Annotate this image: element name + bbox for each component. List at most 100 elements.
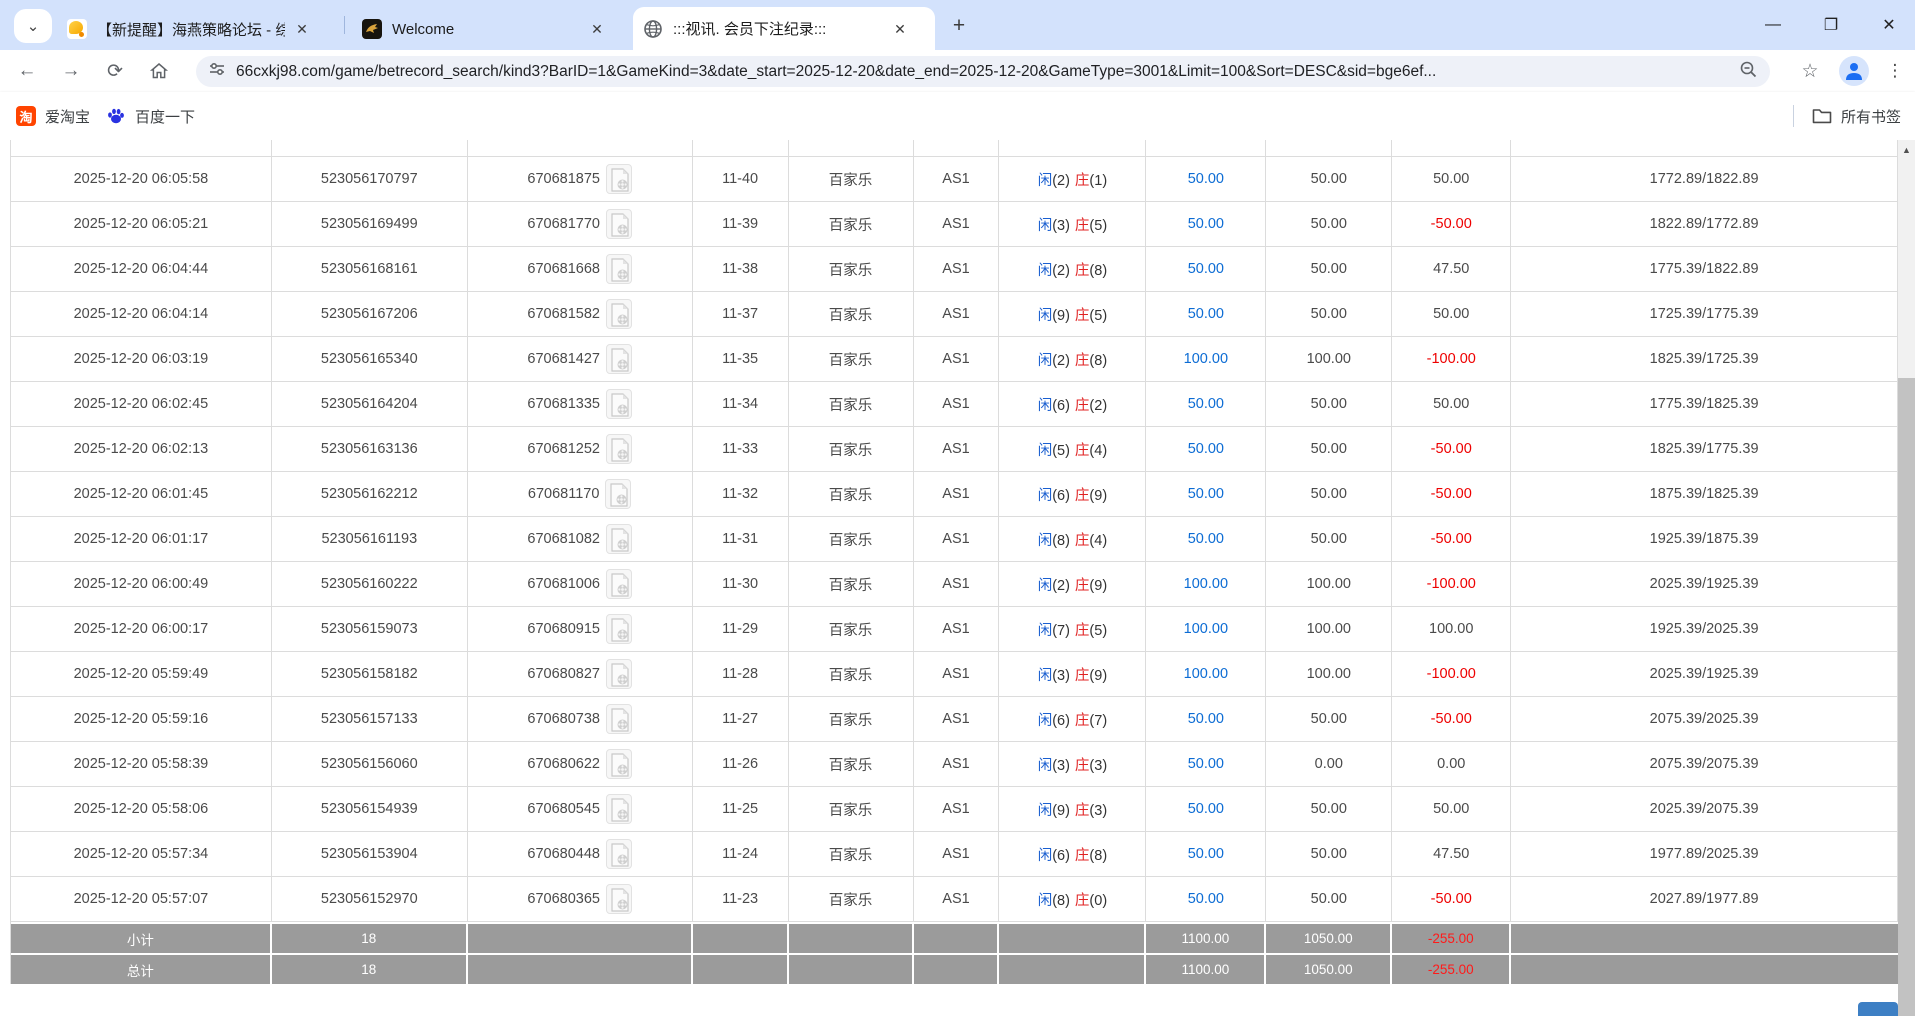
scrollbar[interactable]: ▲ (1898, 140, 1915, 1016)
bet-amount[interactable]: 50.00 (1146, 292, 1266, 336)
video-replay-icon[interactable] (606, 299, 632, 329)
close-icon[interactable]: ✕ (891, 20, 909, 38)
valid-amount: 50.00 (1266, 202, 1392, 246)
folder-icon (1812, 106, 1832, 126)
home-button[interactable] (142, 54, 176, 88)
bet-amount[interactable]: 50.00 (1146, 832, 1266, 876)
round-id: 670681006 (527, 576, 600, 592)
video-replay-icon[interactable] (606, 749, 632, 779)
video-replay-icon[interactable] (606, 704, 632, 734)
maximize-button[interactable]: ❐ (1815, 9, 1847, 41)
close-icon[interactable]: ✕ (293, 20, 311, 38)
bet-detail: 闲(6)庄(2) (999, 382, 1146, 426)
divider (1793, 105, 1794, 127)
address-bar[interactable]: 66cxkj98.com/game/betrecord_search/kind3… (196, 56, 1770, 87)
bet-time: 2025-12-20 06:04:14 (11, 292, 272, 336)
close-icon[interactable]: ✕ (588, 20, 606, 38)
video-replay-icon[interactable] (606, 164, 632, 194)
taobao-icon: 淘 (16, 106, 36, 126)
video-replay-icon[interactable] (606, 884, 632, 914)
scrollbar-thumb[interactable] (1898, 378, 1915, 1016)
bet-amount[interactable]: 50.00 (1146, 877, 1266, 921)
bet-amount[interactable]: 50.00 (1146, 517, 1266, 561)
banker-label: 庄 (1075, 668, 1090, 684)
player-label: 闲 (1038, 353, 1053, 369)
close-window-button[interactable]: ✕ (1873, 9, 1905, 41)
reload-button[interactable]: ⟳ (98, 54, 132, 88)
account-name: AS1 (914, 157, 1000, 201)
bet-amount[interactable]: 50.00 (1146, 742, 1266, 786)
minimize-button[interactable]: — (1757, 9, 1789, 41)
tab-bet-records[interactable]: :::视讯. 会员下注纪录::: ✕ (633, 7, 935, 50)
all-bookmarks-button[interactable]: 所有书签 (1812, 106, 1901, 127)
bet-id: 523056162212 (272, 472, 468, 516)
bet-time: 2025-12-20 05:57:34 (11, 832, 272, 876)
bet-detail: 闲(2)庄(8) (999, 247, 1146, 291)
player-label: 闲 (1038, 488, 1053, 504)
bet-amount[interactable]: 50.00 (1146, 202, 1266, 246)
player-label: 闲 (1038, 443, 1053, 459)
bet-time: 2025-12-20 06:00:17 (11, 607, 272, 651)
site-settings-icon[interactable] (208, 60, 226, 83)
tab-forum[interactable]: 【新提醒】海燕策略论坛 - 综合 ✕ (57, 8, 337, 50)
video-replay-icon[interactable] (606, 524, 632, 554)
bet-amount[interactable]: 100.00 (1146, 337, 1266, 381)
bet-id: 523056159073 (272, 607, 468, 651)
video-replay-icon[interactable] (606, 254, 632, 284)
account-name: AS1 (914, 292, 1000, 336)
back-button[interactable]: ← (10, 54, 44, 88)
video-replay-icon[interactable] (606, 434, 632, 464)
bookmark-baidu[interactable]: 百度一下 (106, 106, 195, 127)
tab-welcome[interactable]: Welcome ✕ (352, 8, 628, 50)
table-number: 11-39 (693, 202, 789, 246)
video-replay-icon[interactable] (605, 479, 631, 509)
video-replay-icon[interactable] (606, 839, 632, 869)
profile-avatar[interactable] (1839, 56, 1869, 86)
game-name: 百家乐 (789, 427, 914, 471)
back-to-top-button[interactable] (1858, 1002, 1898, 1016)
game-name: 百家乐 (789, 832, 914, 876)
banker-score: (4) (1089, 533, 1107, 549)
forward-button[interactable]: → (54, 54, 88, 88)
bet-amount[interactable]: 50.00 (1146, 382, 1266, 426)
bet-amount[interactable]: 50.00 (1146, 697, 1266, 741)
tab-search-button[interactable]: ⌄ (14, 9, 52, 43)
new-tab-button[interactable]: + (946, 13, 972, 39)
table-row: 2025-12-20 05:57:07 523056152970 6706803… (11, 877, 1898, 922)
bookmark-taobao[interactable]: 淘 爱淘宝 (16, 106, 90, 127)
bet-amount[interactable]: 50.00 (1146, 427, 1266, 471)
video-replay-icon[interactable] (606, 389, 632, 419)
round-cell: 670680448 (468, 832, 693, 876)
bet-time: 2025-12-20 05:57:07 (11, 877, 272, 921)
video-replay-icon[interactable] (606, 209, 632, 239)
bet-amount[interactable]: 100.00 (1146, 562, 1266, 606)
round-id: 670681252 (527, 441, 600, 457)
video-replay-icon[interactable] (606, 569, 632, 599)
bet-id: 523056154939 (272, 787, 468, 831)
banker-score: (8) (1089, 263, 1107, 279)
bet-time: 2025-12-20 06:03:19 (11, 337, 272, 381)
bet-amount[interactable]: 100.00 (1146, 652, 1266, 696)
zoom-out-icon[interactable] (1739, 60, 1758, 84)
video-replay-icon[interactable] (606, 344, 632, 374)
bet-amount[interactable]: 50.00 (1146, 787, 1266, 831)
table-number: 11-28 (693, 652, 789, 696)
url-text[interactable]: 66cxkj98.com/game/betrecord_search/kind3… (236, 63, 1739, 81)
video-replay-icon[interactable] (606, 659, 632, 689)
bet-detail: 闲(6)庄(7) (999, 697, 1146, 741)
bet-amount[interactable]: 100.00 (1146, 607, 1266, 651)
menu-icon[interactable]: ⋮ (1883, 56, 1907, 86)
bookmark-star-icon[interactable]: ☆ (1795, 56, 1825, 86)
video-replay-icon[interactable] (606, 614, 632, 644)
video-replay-icon[interactable] (606, 794, 632, 824)
bet-amount[interactable]: 50.00 (1146, 472, 1266, 516)
account-name: AS1 (914, 877, 1000, 921)
scroll-up-icon[interactable]: ▲ (1898, 142, 1915, 158)
table-number: 11-23 (693, 877, 789, 921)
bet-amount[interactable]: 50.00 (1146, 157, 1266, 201)
bet-id: 523056156060 (272, 742, 468, 786)
bet-amount[interactable]: 50.00 (1146, 247, 1266, 291)
game-name: 百家乐 (789, 697, 914, 741)
round-id: 670680738 (527, 711, 600, 727)
balance-before-after: 1825.39/1775.39 (1511, 427, 1898, 471)
